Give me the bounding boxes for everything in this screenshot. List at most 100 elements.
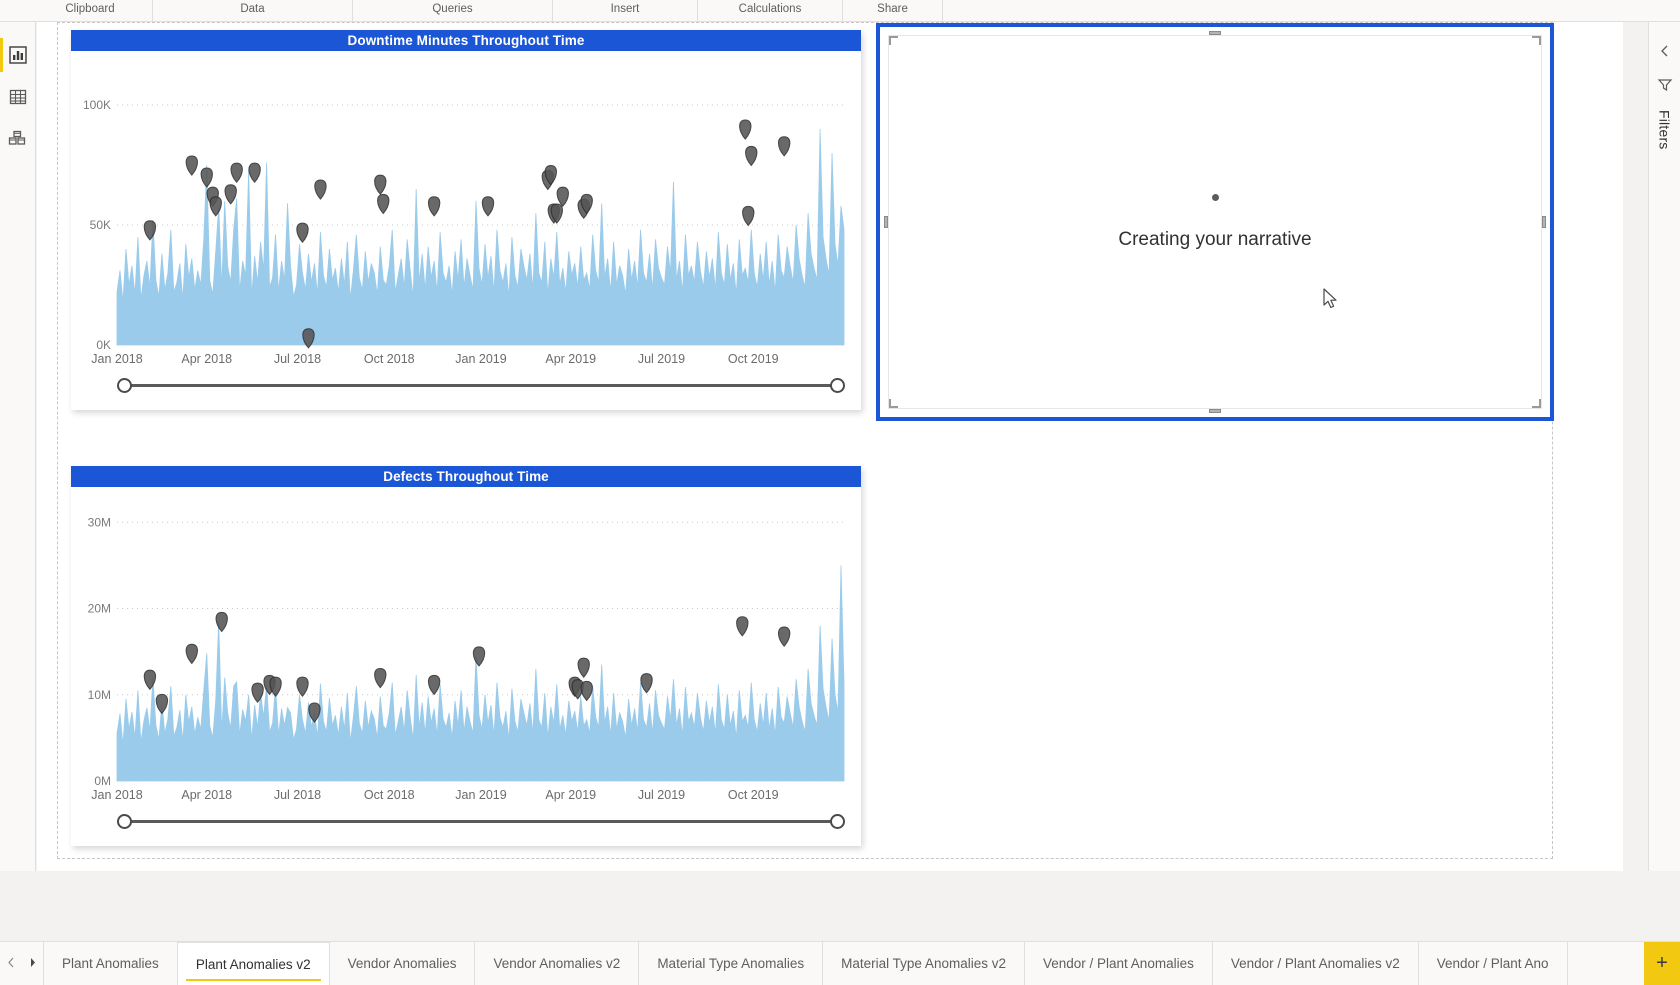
filters-pane-label: Filters xyxy=(1656,110,1673,150)
selection-corner-top-left xyxy=(889,36,898,45)
svg-text:20M: 20M xyxy=(88,602,111,616)
ribbon-group-data[interactable]: Data xyxy=(153,0,353,21)
defects-plot-area[interactable]: 0M 10M 20M 30M Jan 2018 Apr 2018 Jul 2018 Oct 2… xyxy=(71,487,861,817)
visual-title-downtime: Downtime Minutes Throughout Time xyxy=(71,30,861,51)
svg-text:Apr 2019: Apr 2019 xyxy=(545,352,596,366)
svg-text:Apr 2019: Apr 2019 xyxy=(545,788,596,802)
narrative-content[interactable]: Creating your narrative xyxy=(888,35,1542,409)
visual-defects[interactable]: Defects Throughout Time 0M 10M 20M 30M Jan 2… xyxy=(71,466,861,846)
downtime-plot-area[interactable]: 0K 50K 100K Jan 2018 Apr 2018 Jul 2018 Oct 201… xyxy=(71,51,861,381)
visual-downtime-minutes[interactable]: Downtime Minutes Throughout Time 0K 50K 10… xyxy=(71,30,861,410)
selection-corner-top-right xyxy=(1532,36,1541,45)
svg-text:30M: 30M xyxy=(88,515,111,529)
report-bar-chart-icon xyxy=(8,45,28,65)
defects-chart-svg: 0M 10M 20M 30M Jan 2018 Apr 2018 Jul 2018 Oct 2… xyxy=(88,515,845,802)
svg-text:Apr 2018: Apr 2018 xyxy=(181,352,232,366)
svg-text:Jul 2019: Jul 2019 xyxy=(638,788,685,802)
page-tab-label: Vendor Anomalies xyxy=(347,956,457,971)
svg-text:Jul 2018: Jul 2018 xyxy=(274,352,321,366)
loading-dot-icon xyxy=(1211,193,1219,201)
page-tabs-container: Plant Anomalies Plant Anomalies v2 Vendor … xyxy=(44,942,1644,985)
power-bi-desktop-window: Clipboard Data Queries Insert Calculatio… xyxy=(0,0,1680,985)
ribbon-group-clipboard[interactable]: Clipboard xyxy=(28,0,153,21)
tab-next-button[interactable] xyxy=(22,942,44,985)
ribbon-bar: Clipboard Data Queries Insert Calculatio… xyxy=(0,0,1680,22)
sidebar-item-report-view[interactable] xyxy=(0,34,36,76)
page-tab[interactable]: Material Type Anomalies xyxy=(639,942,824,985)
defects-range-slider[interactable] xyxy=(117,814,845,830)
report-canvas: Downtime Minutes Throughout Time 0K 50K 10… xyxy=(37,22,1623,871)
page-tab[interactable]: Vendor / Plant Ano xyxy=(1418,942,1568,985)
view-switcher-rail xyxy=(0,22,36,871)
sidebar-item-model-view[interactable] xyxy=(0,118,36,160)
page-tab[interactable]: Plant Anomalies v2 xyxy=(177,942,330,985)
page-tab[interactable]: Vendor Anomalies v2 xyxy=(475,942,640,985)
narrative-status-text: Creating your narrative xyxy=(1118,228,1312,250)
tab-prev-button[interactable] xyxy=(0,942,22,985)
svg-text:Oct 2018: Oct 2018 xyxy=(364,788,415,802)
page-tab-label: Material Type Anomalies xyxy=(657,956,805,971)
report-page-area: Downtime Minutes Throughout Time 0K 50K 10… xyxy=(57,22,1554,859)
filters-pane-button[interactable] xyxy=(1649,70,1680,104)
svg-text:10M: 10M xyxy=(88,688,111,702)
ribbon-group-label: Calculations xyxy=(738,3,802,15)
slider-handle-right[interactable] xyxy=(830,814,845,829)
slider-track xyxy=(127,384,835,387)
svg-text:100K: 100K xyxy=(83,98,111,112)
resize-handle-top[interactable] xyxy=(1209,31,1221,35)
page-tab[interactable]: Vendor Anomalies xyxy=(329,942,476,985)
table-grid-icon xyxy=(8,87,28,107)
page-tab-label: Vendor / Plant Anomalies v2 xyxy=(1230,956,1400,971)
resize-handle-left[interactable] xyxy=(884,216,888,228)
plus-icon: + xyxy=(1656,952,1668,974)
add-page-button[interactable]: + xyxy=(1644,942,1680,985)
visual-title-defects: Defects Throughout Time xyxy=(71,466,861,487)
svg-text:Oct 2018: Oct 2018 xyxy=(364,352,415,366)
svg-text:Jan 2019: Jan 2019 xyxy=(455,788,506,802)
slider-handle-left[interactable] xyxy=(117,814,132,829)
resize-handle-right[interactable] xyxy=(1542,216,1546,228)
ribbon-group-label: Insert xyxy=(610,3,640,15)
svg-text:Jul 2019: Jul 2019 xyxy=(638,352,685,366)
page-tab-label: Vendor / Plant Anomalies xyxy=(1042,956,1194,971)
svg-text:Jan 2018: Jan 2018 xyxy=(91,788,142,802)
model-relationship-icon xyxy=(8,129,28,149)
svg-text:Jul 2018: Jul 2018 xyxy=(274,788,321,802)
ribbon-group-queries[interactable]: Queries xyxy=(353,0,553,21)
slider-handle-left[interactable] xyxy=(117,378,132,393)
page-tab[interactable]: Material Type Anomalies v2 xyxy=(823,942,1025,985)
page-tab[interactable]: Vendor / Plant Anomalies xyxy=(1024,942,1213,985)
visual-smart-narrative[interactable]: Creating your narrative xyxy=(876,23,1554,421)
downtime-range-slider[interactable] xyxy=(117,378,845,394)
svg-text:50K: 50K xyxy=(90,218,111,232)
page-tab-label: Material Type Anomalies v2 xyxy=(841,956,1006,971)
slider-handle-right[interactable] xyxy=(830,378,845,393)
chevron-right-small-icon xyxy=(28,957,37,971)
page-tab[interactable]: Vendor / Plant Anomalies v2 xyxy=(1212,942,1419,985)
svg-text:Oct 2019: Oct 2019 xyxy=(728,352,779,366)
svg-text:0K: 0K xyxy=(96,338,111,352)
ribbon-group-label: Clipboard xyxy=(65,3,115,15)
slider-track xyxy=(127,820,835,823)
ribbon-group-share[interactable]: Share xyxy=(843,0,943,21)
page-tab[interactable]: Plant Anomalies xyxy=(44,942,178,985)
page-tab-label: Plant Anomalies v2 xyxy=(195,956,311,972)
collapse-pane-button[interactable] xyxy=(1649,36,1680,70)
svg-text:Jan 2018: Jan 2018 xyxy=(91,352,142,366)
page-tab-label: Vendor / Plant Ano xyxy=(1436,956,1549,971)
ribbon-group-label: Data xyxy=(240,3,265,15)
filter-funnel-icon xyxy=(1657,77,1673,98)
selection-corner-bottom-right xyxy=(1532,399,1541,408)
chevron-left-icon xyxy=(1658,44,1672,63)
ribbon-group-calculations[interactable]: Calculations xyxy=(698,0,843,21)
svg-text:Oct 2019: Oct 2019 xyxy=(728,788,779,802)
ribbon-group-spacer xyxy=(0,0,28,21)
resize-handle-bottom[interactable] xyxy=(1209,409,1221,413)
chevron-left-small-icon xyxy=(7,957,16,971)
page-tab-label: Vendor Anomalies v2 xyxy=(493,956,621,971)
filters-rail: Filters xyxy=(1648,22,1680,871)
ribbon-group-insert[interactable]: Insert xyxy=(553,0,698,21)
sidebar-item-data-view[interactable] xyxy=(0,76,36,118)
svg-text:0M: 0M xyxy=(94,774,111,788)
svg-text:Jan 2019: Jan 2019 xyxy=(455,352,506,366)
